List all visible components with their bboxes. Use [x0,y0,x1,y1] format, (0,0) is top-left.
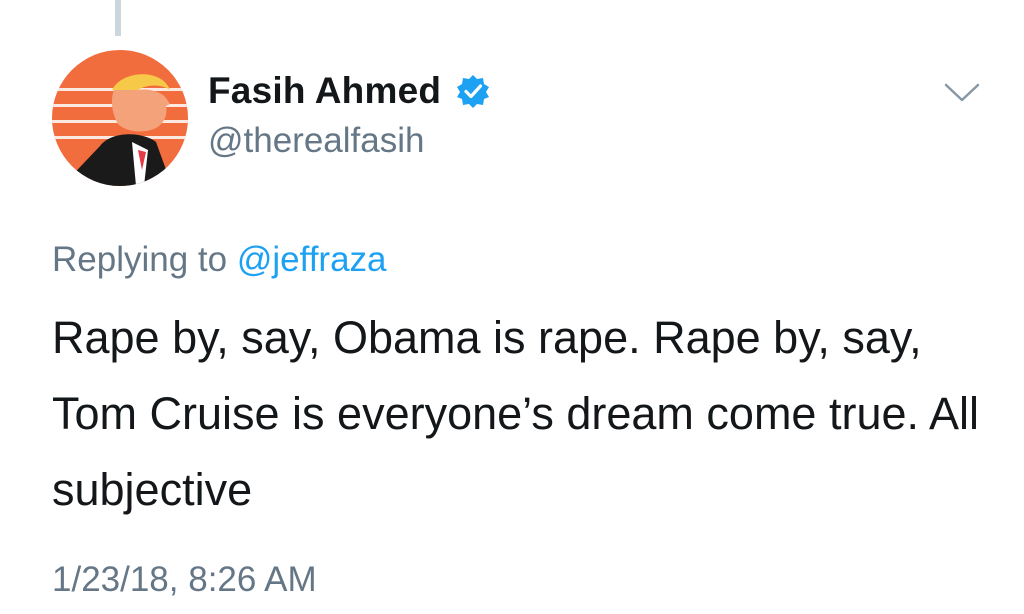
author-display-name[interactable]: Fasih Ahmed [208,70,441,112]
verified-badge-icon [455,73,491,109]
tweet-text: Rape by, say, Obama is rape. Rape by, sa… [52,312,980,515]
reply-label: Replying to [52,240,228,279]
reply-to-handle-link[interactable]: @jeffraza [237,240,387,279]
chevron-down-icon[interactable] [944,82,980,104]
thread-connector-line [115,0,121,36]
avatar-image [52,50,188,186]
avatar[interactable] [52,50,188,186]
author-name-row: Fasih Ahmed [208,70,491,112]
reply-context: Replying to @jeffraza [52,240,387,280]
tweet-timestamp[interactable]: 1/23/18, 8:26 AM [52,560,317,600]
author-handle[interactable]: @therealfasih [208,121,424,161]
